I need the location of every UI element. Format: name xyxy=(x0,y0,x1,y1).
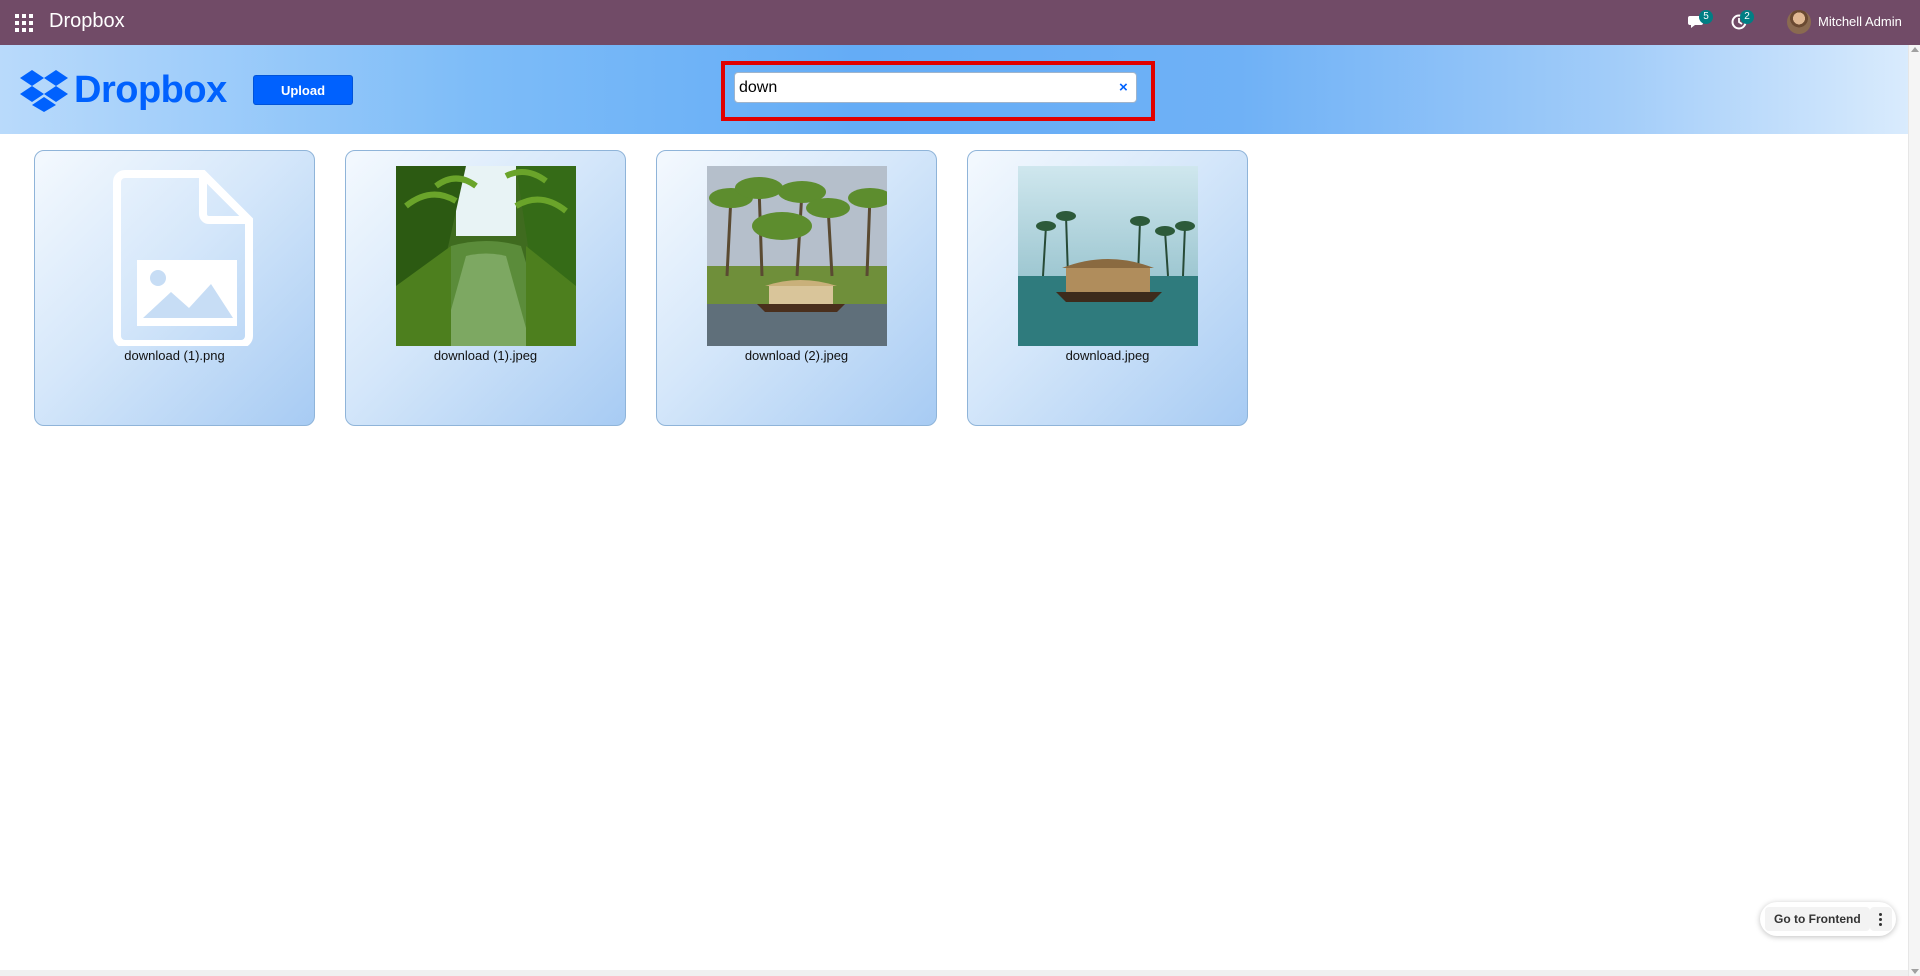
houseboat-palms-thumbnail xyxy=(706,166,887,346)
clear-search-icon[interactable]: × xyxy=(1119,79,1128,97)
houseboat-lagoon-thumbnail xyxy=(1017,166,1198,346)
scroll-down-icon[interactable] xyxy=(1911,969,1919,974)
dropbox-wordmark: Dropbox xyxy=(74,69,227,111)
file-card[interactable]: download.jpeg xyxy=(967,150,1248,426)
file-name: download (1).png xyxy=(124,348,225,363)
file-name: download.jpeg xyxy=(1065,348,1150,363)
scroll-up-icon[interactable] xyxy=(1911,47,1919,52)
search-box: × xyxy=(734,72,1137,103)
dropbox-header: Dropbox Upload × xyxy=(0,45,1908,134)
top-navbar: Dropbox 5 2 Mitchell Admin xyxy=(0,0,1920,45)
file-card[interactable]: download (1).png xyxy=(34,150,315,426)
more-options-icon[interactable] xyxy=(1870,907,1892,931)
user-avatar[interactable] xyxy=(1787,10,1811,34)
messages-badge: 5 xyxy=(1699,10,1713,24)
dropbox-logo-icon xyxy=(20,70,68,112)
activities-badge: 2 xyxy=(1740,10,1754,24)
go-to-frontend-button[interactable]: Go to Frontend xyxy=(1765,907,1870,931)
file-card[interactable]: download (1).jpeg xyxy=(345,150,626,426)
user-name[interactable]: Mitchell Admin xyxy=(1818,14,1902,29)
palm-canal-thumbnail xyxy=(395,166,576,346)
file-name: download (2).jpeg xyxy=(744,348,849,363)
image-placeholder-icon xyxy=(85,166,265,346)
file-name: download (1).jpeg xyxy=(433,348,538,363)
app-title[interactable]: Dropbox xyxy=(49,10,125,33)
vertical-scrollbar[interactable] xyxy=(1908,45,1920,976)
frontend-toolbar: Go to Frontend xyxy=(1760,902,1896,936)
horizontal-scrollbar[interactable] xyxy=(0,970,1908,976)
upload-button[interactable]: Upload xyxy=(253,75,353,105)
file-card[interactable]: download (2).jpeg xyxy=(656,150,937,426)
apps-grid-icon[interactable] xyxy=(15,14,33,32)
search-input[interactable] xyxy=(739,77,1099,99)
